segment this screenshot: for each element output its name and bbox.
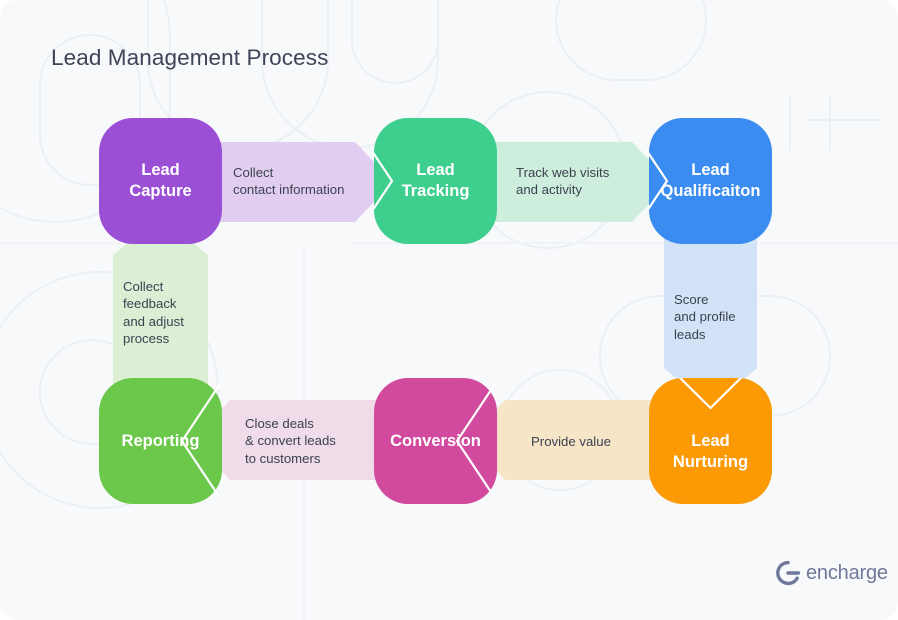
- node-label-lead-nurturing: Lead Nurturing: [672, 432, 749, 471]
- chevron-down-icon-lead-nurturing: [678, 378, 743, 410]
- diagram-canvas: Collect contact information Track web vi…: [0, 0, 898, 620]
- node-label-lead-tracking: Lead Tracking: [401, 161, 470, 200]
- band-label-provide-value: Provide value: [531, 434, 611, 449]
- node-lead-nurturing[interactable]: Lead Nurturing: [649, 378, 772, 504]
- node-lead-qualificaiton[interactable]: Lead Qualificaiton: [649, 118, 772, 244]
- node-label-reporting: Reporting: [121, 431, 200, 450]
- encharge-mark-icon: [776, 560, 801, 586]
- node-conversion[interactable]: Conversion: [374, 378, 497, 504]
- node-label-lead-capture: Lead Capture: [129, 161, 192, 200]
- node-lead-capture[interactable]: Lead Capture: [99, 118, 222, 244]
- band-label-score-and-profile-leads: Score and profile leads: [674, 292, 736, 342]
- encharge-logo: encharge: [775, 560, 888, 586]
- encharge-logo-text: encharge: [806, 561, 888, 584]
- band-label-collect-feedback: Collect feedback and adjust process: [123, 279, 184, 347]
- band-label-track-web-visits: Track web visits and activity: [516, 165, 610, 198]
- node-lead-tracking[interactable]: Lead Tracking: [374, 118, 497, 244]
- node-label-conversion: Conversion: [390, 431, 481, 450]
- band-label-collect-contact-information: Collect contact information: [233, 165, 345, 198]
- page-title: Lead Management Process: [51, 45, 329, 70]
- band-label-close-deals: Close deals & convert leads to customers: [245, 416, 336, 466]
- node-reporting[interactable]: Reporting: [99, 378, 222, 504]
- node-label-lead-qualificaiton: Lead Qualificaiton: [660, 161, 761, 200]
